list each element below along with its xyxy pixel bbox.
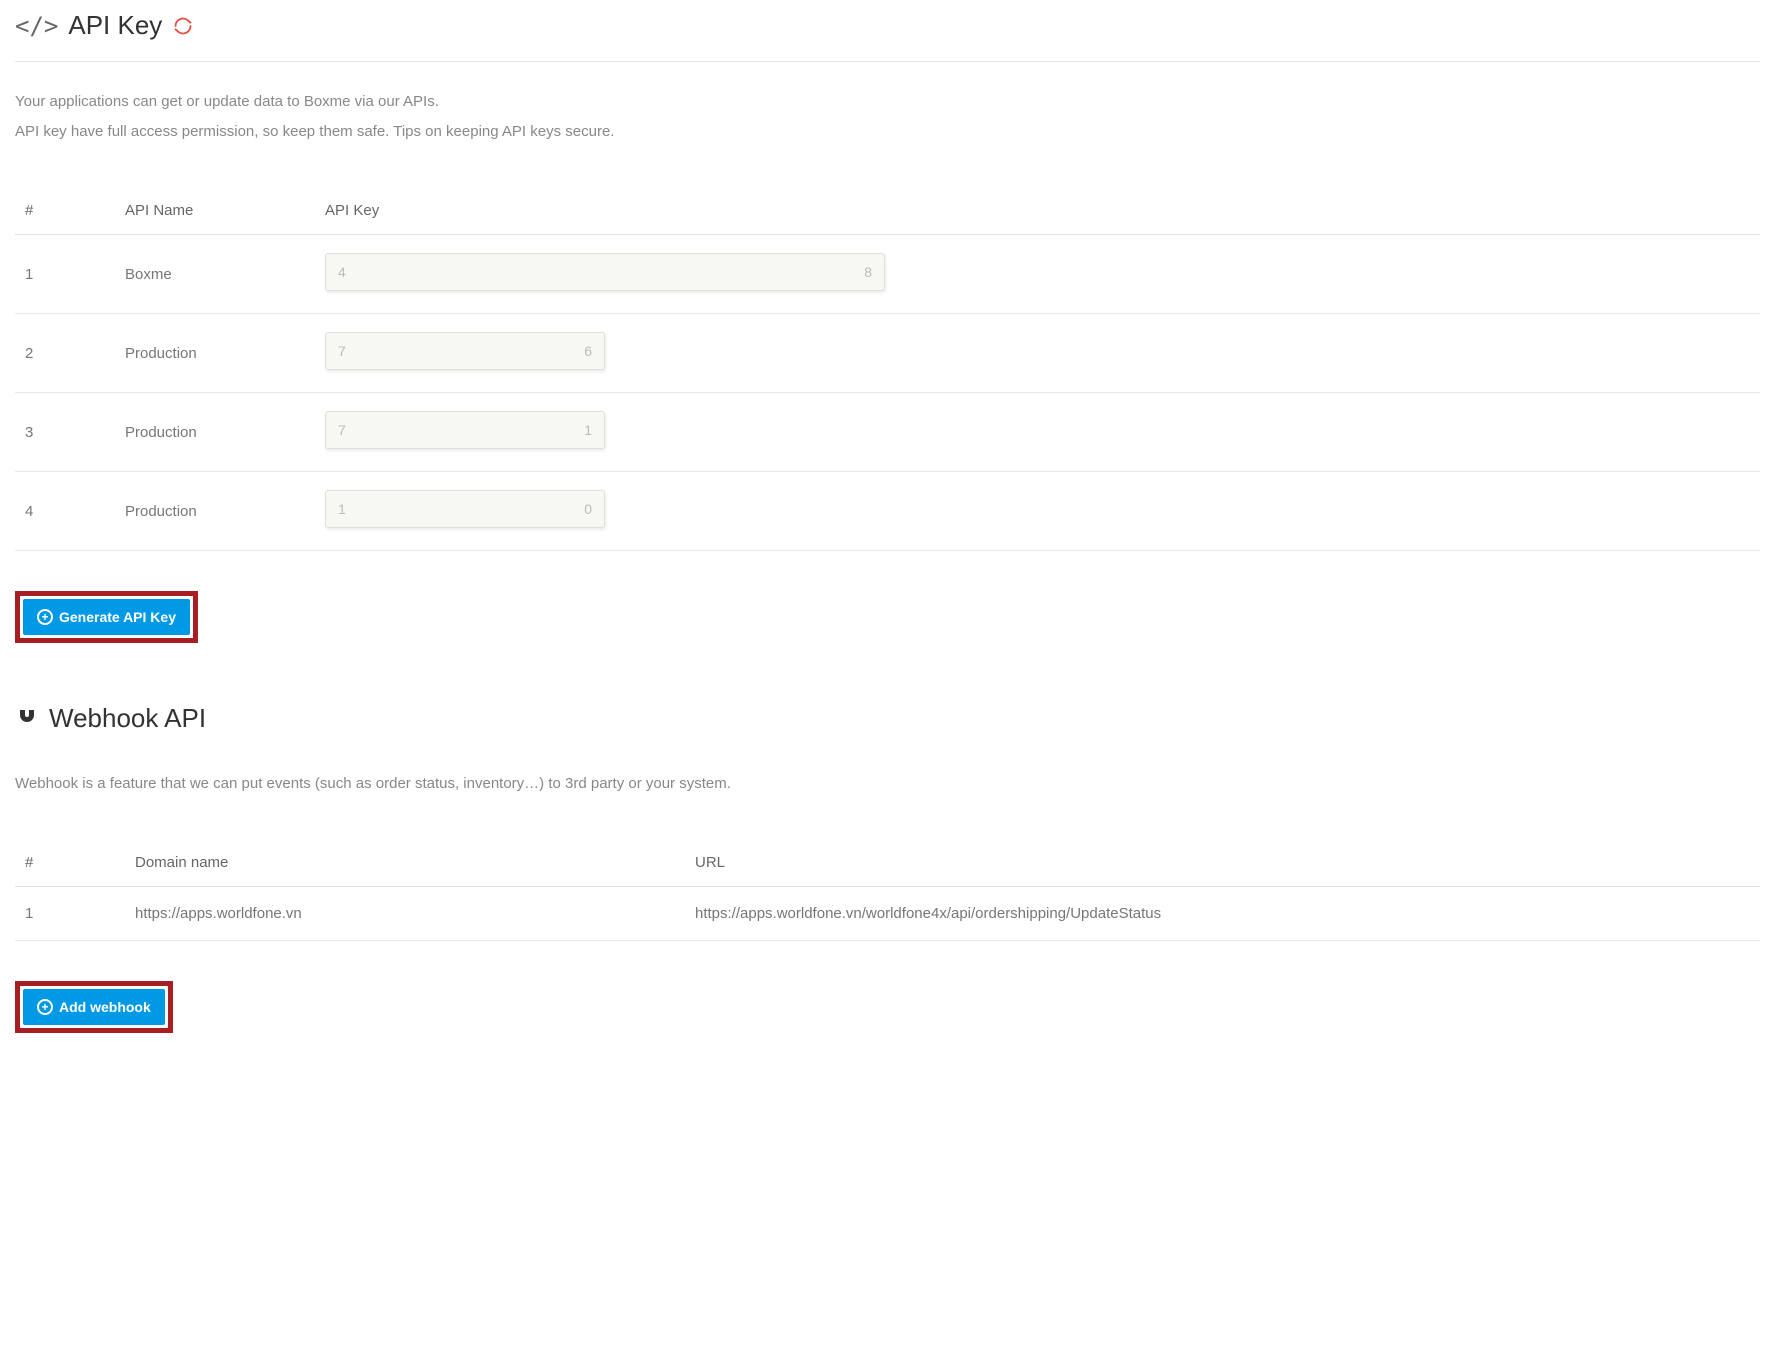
add-webhook-button[interactable]: + Add webhook xyxy=(23,989,165,1025)
api-key-th-name: API Name xyxy=(115,187,315,235)
api-key-row-name: Production xyxy=(115,472,315,551)
webhook-row-domain: https://apps.worldfone.vn xyxy=(125,887,685,941)
generate-api-key-label: Generate API Key xyxy=(59,609,176,625)
api-key-row-key-cell: 48 xyxy=(315,235,1760,314)
api-key-row-name: Boxme xyxy=(115,235,315,314)
webhook-section: Webhook API Webhook is a feature that we… xyxy=(15,703,1760,1033)
api-key-row-index: 4 xyxy=(15,472,115,551)
webhook-row-index: 1 xyxy=(15,887,125,941)
api-key-th-key: API Key xyxy=(315,187,1760,235)
api-key-description-line2: API key have full access permission, so … xyxy=(15,117,1760,147)
api-key-row: 4Production 10 xyxy=(15,472,1760,551)
api-key-row-index: 1 xyxy=(15,235,115,314)
api-key-title: API Key xyxy=(68,10,162,41)
webhook-header: Webhook API xyxy=(15,703,1760,744)
api-key-value-box[interactable]: 10 xyxy=(325,490,605,528)
plus-circle-icon: + xyxy=(37,999,53,1015)
api-key-value-box[interactable]: 48 xyxy=(325,253,885,291)
api-key-header: </> API Key xyxy=(15,10,1760,62)
api-key-row-name: Production xyxy=(115,314,315,393)
webhook-row: 1https://apps.worldfone.vnhttps://apps.w… xyxy=(15,887,1760,941)
api-key-row-index: 3 xyxy=(15,393,115,472)
api-key-section: </> API Key Your applications can get or… xyxy=(15,10,1760,643)
webhook-table: # Domain name URL 1https://apps.worldfon… xyxy=(15,839,1760,941)
api-key-row: 2Production 76 xyxy=(15,314,1760,393)
api-key-table: # API Name API Key 1Boxme 48 2Production 76… xyxy=(15,187,1760,551)
generate-api-key-button[interactable]: + Generate API Key xyxy=(23,599,190,635)
api-key-row-name: Production xyxy=(115,393,315,472)
api-key-row-key-cell: 71 xyxy=(315,393,1760,472)
add-webhook-label: Add webhook xyxy=(59,999,151,1015)
api-key-description: Your applications can get or update data… xyxy=(15,87,1760,147)
refresh-icon[interactable] xyxy=(172,15,194,37)
api-key-row: 1Boxme 48 xyxy=(15,235,1760,314)
api-key-row-index: 2 xyxy=(15,314,115,393)
api-key-value-box[interactable]: 71 xyxy=(325,411,605,449)
api-key-th-index: # xyxy=(15,187,115,235)
webhook-th-url: URL xyxy=(685,839,1760,887)
api-key-row-key-cell: 76 xyxy=(315,314,1760,393)
code-icon: </> xyxy=(15,12,58,40)
webhook-th-index: # xyxy=(15,839,125,887)
plus-circle-icon: + xyxy=(37,609,53,625)
webhook-title: Webhook API xyxy=(49,703,206,734)
generate-api-key-highlight: + Generate API Key xyxy=(15,591,198,643)
add-webhook-highlight: + Add webhook xyxy=(15,981,173,1033)
webhook-th-domain: Domain name xyxy=(125,839,685,887)
webhook-description: Webhook is a feature that we can put eve… xyxy=(15,769,1760,799)
api-key-row: 3Production 71 xyxy=(15,393,1760,472)
webhook-row-url: https://apps.worldfone.vn/worldfone4x/ap… xyxy=(685,887,1760,941)
api-key-row-key-cell: 10 xyxy=(315,472,1760,551)
magnet-icon xyxy=(15,703,39,734)
api-key-value-box[interactable]: 76 xyxy=(325,332,605,370)
api-key-description-line1: Your applications can get or update data… xyxy=(15,87,1760,117)
